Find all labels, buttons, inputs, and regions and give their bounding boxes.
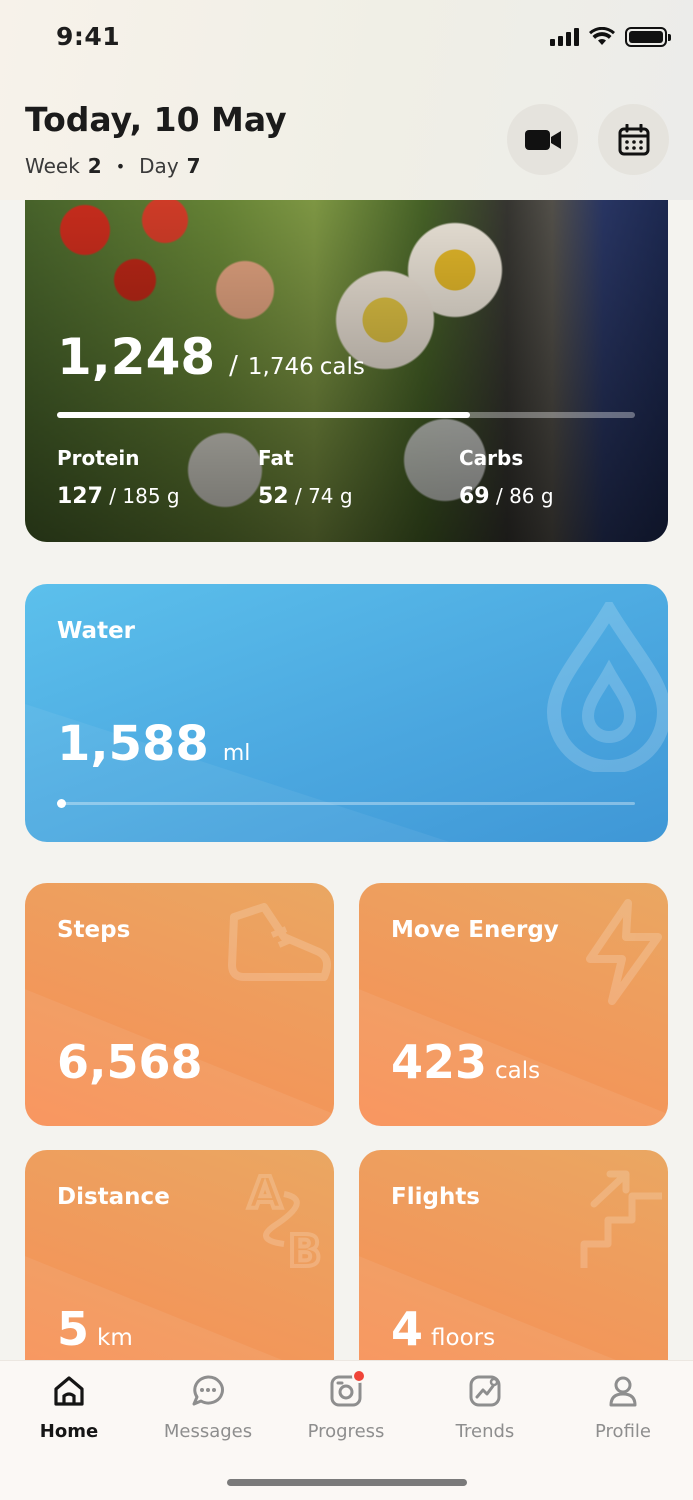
move-energy-value: 423 cals: [391, 1035, 540, 1089]
chat-bubble-icon: [192, 1375, 224, 1406]
distance-number: 5: [57, 1302, 90, 1356]
tab-home[interactable]: Home: [9, 1371, 129, 1442]
calories-unit: cals: [319, 354, 365, 380]
move-energy-title: Move Energy: [391, 917, 559, 943]
macro-value-row: 127 / 185 g: [57, 484, 180, 509]
video-button[interactable]: [507, 104, 578, 175]
top-header: 9:41 Today, 10 May Week 2 • Day 7: [0, 0, 693, 200]
battery-icon: [625, 27, 671, 47]
tab-profile[interactable]: Profile: [563, 1371, 683, 1442]
macro-label: Protein: [57, 446, 140, 470]
notification-badge: [352, 1369, 366, 1383]
week-value: 2: [87, 154, 102, 178]
subtitle-separator: •: [115, 156, 126, 176]
calories-consumed: 1,248: [57, 328, 216, 386]
macro-goal: / 86 g: [495, 484, 554, 508]
a-to-b-icon: A B: [246, 1166, 324, 1274]
move-energy-number: 423: [391, 1035, 488, 1089]
distance-unit: km: [97, 1325, 133, 1351]
distance-value: 5 km: [57, 1302, 133, 1356]
macro-value: 127: [57, 484, 103, 509]
svg-text:B: B: [288, 1226, 322, 1274]
macro-value: 52: [258, 484, 289, 509]
flights-value: 4 floors: [391, 1302, 495, 1356]
move-energy-card[interactable]: Move Energy 423 cals: [359, 883, 668, 1126]
trend-chart-icon: [469, 1375, 501, 1407]
shoe-icon: [228, 903, 332, 981]
tab-label: Trends: [455, 1421, 515, 1442]
flights-title: Flights: [391, 1184, 481, 1210]
cellular-signal-icon: [550, 28, 579, 46]
distance-title: Distance: [57, 1184, 170, 1210]
steps-number: 6,568: [57, 1035, 203, 1089]
stairs-icon: [580, 1170, 662, 1268]
flights-unit: floors: [431, 1325, 496, 1351]
tab-progress[interactable]: Progress: [286, 1369, 406, 1442]
nutrition-card[interactable]: 1,248 / 1,746 cals Protein 127 / 185 g F…: [25, 170, 668, 542]
move-energy-unit: cals: [495, 1058, 541, 1084]
wifi-icon: [589, 27, 615, 45]
calories-progress-fill: [57, 412, 471, 418]
calories-summary: 1,248 / 1,746 cals: [57, 328, 365, 386]
macro-value-row: 69 / 86 g: [459, 484, 554, 509]
calories-separator: /: [229, 351, 238, 381]
status-time: 9:41: [56, 22, 121, 51]
tab-trends[interactable]: Trends: [425, 1371, 545, 1442]
steps-title: Steps: [57, 917, 131, 943]
water-progress-indicator: [57, 799, 66, 808]
water-card[interactable]: Water 1,588 ml: [25, 584, 668, 842]
water-amount: 1,588: [57, 716, 209, 772]
steps-value: 6,568: [57, 1035, 211, 1089]
calories-progress-bar: [57, 412, 635, 418]
macro-value: 69: [459, 484, 490, 509]
svg-text:A: A: [248, 1168, 282, 1219]
home-indicator[interactable]: [227, 1479, 467, 1486]
macro-goal: / 74 g: [294, 484, 353, 508]
tab-label: Home: [39, 1421, 99, 1442]
flights-card[interactable]: Flights 4 floors: [359, 1150, 668, 1393]
tab-messages[interactable]: Messages: [148, 1371, 268, 1442]
home-icon: [54, 1376, 84, 1406]
water-progress-bar: [57, 799, 635, 808]
calendar-icon: [618, 123, 649, 155]
day-value: 7: [186, 154, 201, 178]
macro-fat: Fat 52 / 74 g: [258, 446, 353, 509]
week-label: Week: [25, 154, 80, 178]
macro-label: Carbs: [459, 446, 524, 470]
tab-label: Messages: [163, 1421, 253, 1442]
user-icon: [609, 1376, 637, 1407]
calories-goal: 1,746: [247, 354, 314, 380]
tab-label: Progress: [307, 1421, 385, 1442]
distance-card[interactable]: A B Distance 5 km: [25, 1150, 334, 1393]
water-unit: ml: [222, 741, 251, 766]
water-drop-icon: [546, 602, 668, 772]
macro-label: Fat: [258, 446, 294, 470]
macro-value-row: 52 / 74 g: [258, 484, 353, 509]
water-value: 1,588 ml: [57, 716, 250, 772]
page-title: Today, 10 May: [25, 100, 287, 139]
macro-carbs: Carbs 69 / 86 g: [459, 446, 554, 509]
day-label: Day: [139, 154, 179, 178]
tab-label: Profile: [595, 1421, 651, 1442]
water-title: Water: [57, 618, 136, 644]
macro-goal: / 185 g: [109, 484, 180, 508]
video-camera-icon: [524, 129, 561, 150]
macro-protein: Protein 127 / 185 g: [57, 446, 180, 509]
steps-card[interactable]: Steps 6,568: [25, 883, 334, 1126]
status-icons: [550, 27, 671, 47]
lightning-icon: [586, 899, 662, 1005]
flights-number: 4: [391, 1302, 424, 1356]
calendar-button[interactable]: [598, 104, 669, 175]
week-day-subtitle: Week 2 • Day 7: [25, 154, 201, 178]
